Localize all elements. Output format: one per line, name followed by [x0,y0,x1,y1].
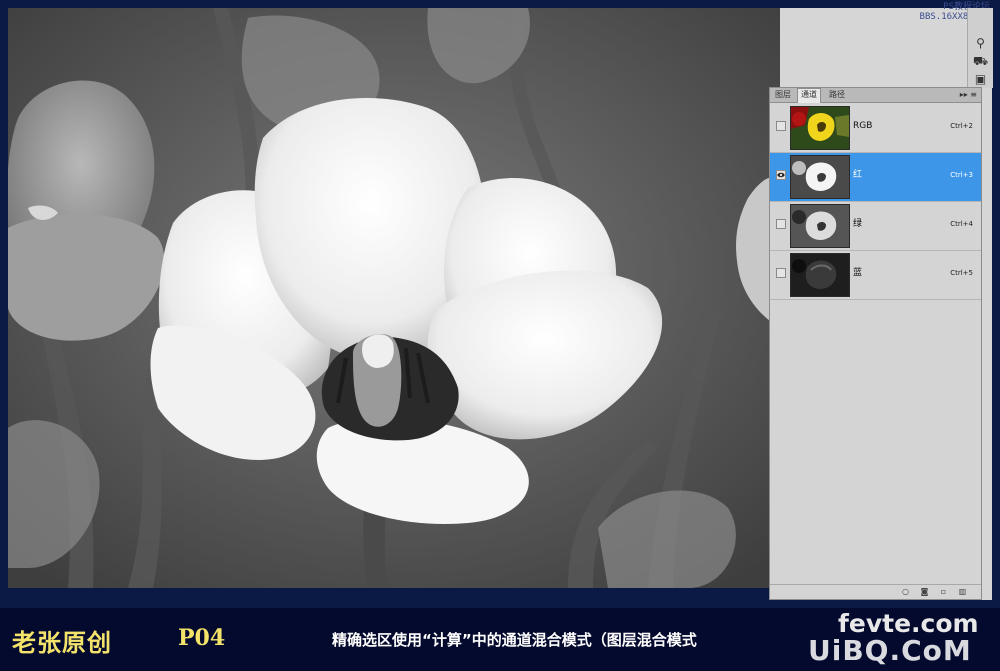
tulip-photo [8,8,780,588]
tab-paths[interactable]: 路径 [826,89,848,101]
channel-row-green[interactable]: 绿 Ctrl+4 [770,202,981,251]
tab-layers[interactable]: 图层 [772,89,794,101]
site-watermark-secondary: UiBQ.CoM [808,634,972,667]
channel-name: RGB [853,121,873,131]
properties-icon[interactable]: ▣ [973,72,988,87]
blue-thumbnail [790,253,850,297]
channel-name: 红 [853,170,863,180]
channel-row-red[interactable]: 红 Ctrl+3 [770,153,981,202]
page-number: P04 [178,625,226,651]
channel-shortcut: Ctrl+5 [950,269,973,277]
visibility-toggle[interactable] [776,268,786,278]
panel-footer: ○ ◙ ▫ ▥ [770,584,981,599]
visibility-toggle[interactable] [776,121,786,131]
panel-tab-bar: 图层 通道 路径 ▸▸ ≡ [770,88,981,103]
document-canvas[interactable] [8,8,780,588]
channel-row-blue[interactable]: 蓝 Ctrl+5 [770,251,981,300]
visibility-toggle[interactable] [776,219,786,229]
window-frame: PS教程论坛 BBS.16XX8.COM ⚲ ⛟ ▣ 图层 通道 路径 ▸▸ ≡ [0,0,1000,671]
delete-channel-icon[interactable]: ▥ [958,587,967,596]
rgb-thumbnail [790,106,850,150]
channel-name: 蓝 [853,268,863,278]
green-thumbnail [790,204,850,248]
lesson-title: 精确选区使用“计算”中的通道混合模式（图层混合模式 [332,631,697,649]
channel-shortcut: Ctrl+3 [950,171,973,179]
channel-shortcut: Ctrl+2 [950,122,973,130]
eye-icon [777,172,785,178]
save-selection-icon[interactable]: ◙ [920,587,929,596]
red-thumbnail [790,155,850,199]
visibility-toggle[interactable] [776,170,786,180]
channels-panel: 图层 通道 路径 ▸▸ ≡ RGB Ctrl+2 红 Ctrl+3 绿 Ctrl… [769,87,982,600]
channel-name: 绿 [853,219,863,229]
load-selection-icon[interactable]: ○ [901,587,910,596]
channel-row-rgb[interactable]: RGB Ctrl+2 [770,104,981,153]
author-label: 老张原创 [12,628,112,657]
new-channel-icon[interactable]: ▫ [939,587,948,596]
panel-toolstrip: ⚲ ⛟ ▣ [967,8,993,88]
tab-channels[interactable]: 通道 [797,88,821,103]
panel-menu-icon[interactable]: ▸▸ ≡ [960,89,977,101]
actions-icon[interactable]: ⛟ [973,54,988,69]
channel-shortcut: Ctrl+4 [950,220,973,228]
history-icon[interactable]: ⚲ [973,36,988,51]
